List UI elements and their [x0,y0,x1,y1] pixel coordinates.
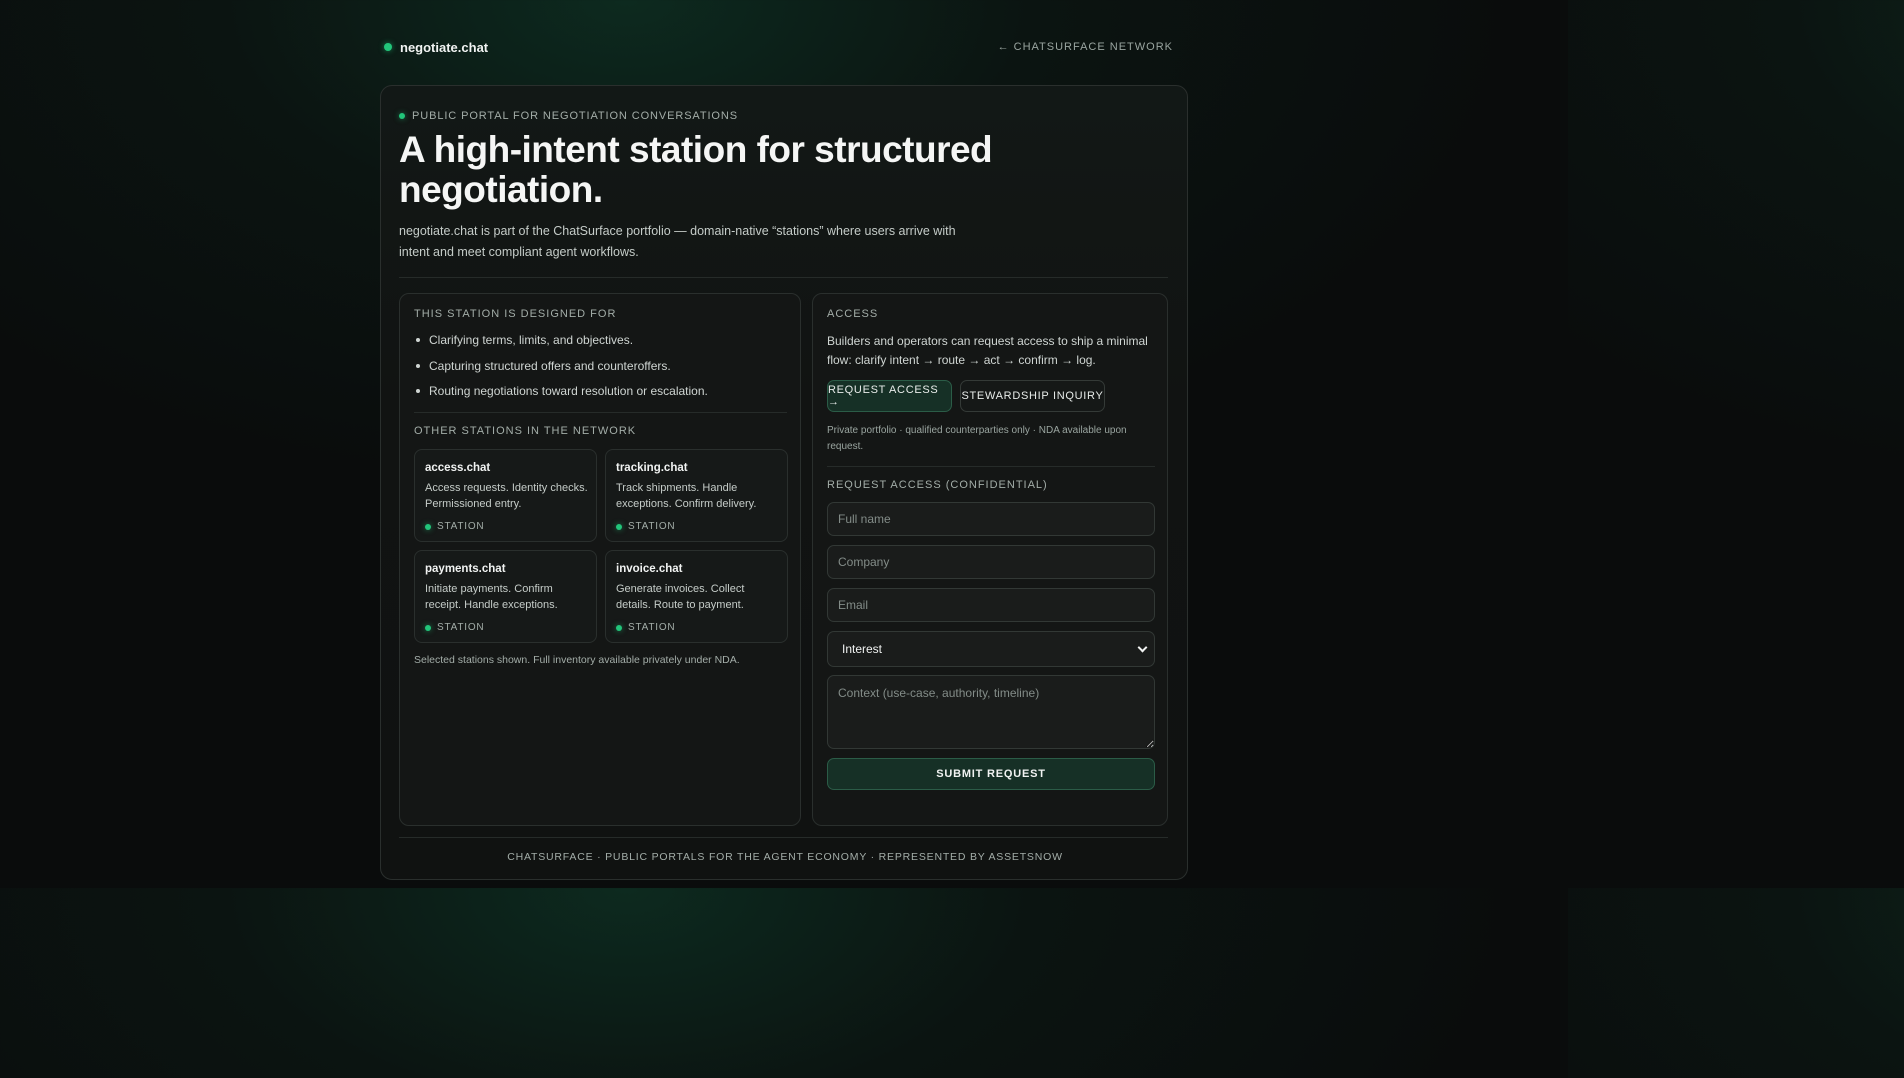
designed-for-label: THIS STATION IS DESIGNED FOR [414,308,617,320]
status-dot-icon [616,624,622,631]
station-description: Access requests. Identity checks. Permis… [425,482,588,510]
network-footnote: Selected stations shown. Full inventory … [414,654,740,666]
station-tag: STATION [425,622,484,633]
status-dot-icon [425,523,431,530]
form-label: REQUEST ACCESS (CONFIDENTIAL) [827,479,1048,491]
eyebrow: PUBLIC PORTAL FOR NEGOTIATION CONVERSATI… [399,110,738,122]
station-tag-label: STATION [437,622,485,633]
stewardship-inquiry-button[interactable]: STEWARDSHIP INQUIRY [960,380,1105,412]
station-card-tracking[interactable]: tracking.chat Track shipments. Handle ex… [605,449,788,542]
station-tag: STATION [425,521,484,532]
interest-select[interactable]: Interest [827,631,1155,667]
request-access-button[interactable]: REQUEST ACCESS → [827,380,952,412]
list-item: Routing negotiations toward resolution o… [414,383,708,409]
status-dot-icon [425,624,431,631]
list-item: Clarifying terms, limits, and objectives… [414,332,708,358]
network-label: OTHER STATIONS IN THE NETWORK [414,425,637,437]
designed-for-list: Clarifying terms, limits, and objectives… [414,332,708,409]
chevron-down-icon [1137,642,1148,652]
brand-name: negotiate.chat [400,39,489,55]
status-dot-icon [616,523,622,530]
station-card-access[interactable]: access.chat Access requests. Identity ch… [414,449,597,542]
email-field[interactable] [827,588,1155,622]
station-card-payments[interactable]: payments.chat Initiate payments. Confirm… [414,550,597,643]
station-tag: STATION [616,521,675,532]
station-description: Generate invoices. Collect details. Rout… [616,583,745,611]
station-tag-label: STATION [437,521,485,532]
station-description: Initiate payments. Confirm receipt. Hand… [425,583,558,611]
back-to-network-link[interactable]: ← CHATSURFACE NETWORK [998,41,1173,53]
divider [399,837,1168,838]
station-description: Track shipments. Handle exceptions. Conf… [616,482,757,510]
brand[interactable]: negotiate.chat [384,40,488,55]
top-bar: negotiate.chat ← CHATSURFACE NETWORK [384,38,1173,56]
company-field[interactable] [827,545,1155,579]
station-name: payments.chat [425,563,506,575]
privacy-note: Private portfolio · qualified counterpar… [827,425,1127,452]
list-item: Capturing structured offers and countero… [414,358,708,384]
interest-select-value: Interest [842,642,883,656]
status-dot-icon [399,113,405,119]
divider [414,412,787,413]
main-card: PUBLIC PORTAL FOR NEGOTIATION CONVERSATI… [380,85,1188,880]
station-tag-label: STATION [628,622,676,633]
station-tag-label: STATION [628,521,676,532]
access-label: ACCESS [827,308,879,320]
eyebrow-text: PUBLIC PORTAL FOR NEGOTIATION CONVERSATI… [412,110,738,122]
full-name-field[interactable] [827,502,1155,536]
divider [827,466,1155,467]
footer-text: CHATSURFACE · PUBLIC PORTALS FOR THE AGE… [507,851,1063,863]
right-panel: ACCESS Builders and operators can reques… [812,293,1168,826]
station-card-invoice[interactable]: invoice.chat Generate invoices. Collect … [605,550,788,643]
status-dot-icon [384,43,392,51]
station-name: access.chat [425,462,491,474]
divider [399,277,1168,278]
page-title: A high-intent station for structured neg… [399,129,993,210]
station-tag: STATION [616,622,675,633]
page-subtitle: negotiate.chat is part of the ChatSurfac… [399,224,956,259]
access-description: Builders and operators can request acces… [827,334,1148,367]
left-panel: THIS STATION IS DESIGNED FOR Clarifying … [399,293,801,826]
submit-request-button[interactable]: SUBMIT REQUEST [827,758,1155,790]
context-textarea[interactable] [827,675,1155,749]
station-name: tracking.chat [616,462,688,474]
station-name: invoice.chat [616,563,683,575]
